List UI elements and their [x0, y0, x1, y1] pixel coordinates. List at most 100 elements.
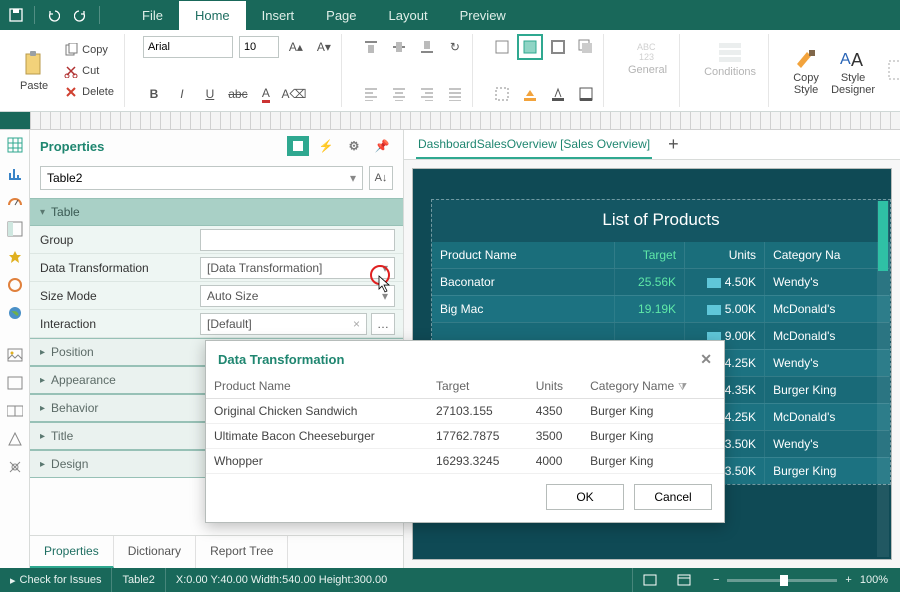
view-mode-1[interactable]: [632, 568, 667, 592]
gauge-icon[interactable]: [6, 192, 24, 210]
table-icon[interactable]: [6, 136, 24, 154]
tab-page[interactable]: Page: [310, 1, 372, 30]
border-outer-button[interactable]: [547, 36, 569, 58]
map-icon[interactable]: [6, 304, 24, 322]
object-select[interactable]: Table2▾: [40, 166, 363, 190]
align-right-button[interactable]: [416, 83, 438, 105]
prop-group-value[interactable]: [200, 229, 395, 251]
table-row[interactable]: Baconator25.56K4.50KWendy's: [432, 268, 890, 295]
align-top-button[interactable]: [360, 36, 382, 58]
panel-tab-properties[interactable]: Properties: [30, 536, 114, 568]
panel-icon[interactable]: [6, 402, 24, 420]
paste-button[interactable]: Paste: [14, 46, 54, 96]
svg-text:ABC: ABC: [637, 42, 656, 52]
dialog-close-button[interactable]: ✕: [700, 351, 712, 368]
align-middle-button[interactable]: [388, 36, 410, 58]
prop-dtrans-label: Data Transformation: [30, 261, 200, 275]
ok-button[interactable]: OK: [546, 484, 624, 510]
cut-button[interactable]: Cut: [60, 62, 118, 80]
chart-icon[interactable]: [6, 164, 24, 182]
text-color-button[interactable]: [547, 83, 569, 105]
col-units: Units: [685, 242, 765, 268]
tab-file[interactable]: File: [126, 1, 179, 30]
text-icon[interactable]: [6, 374, 24, 392]
format-general-button[interactable]: ABC123 General: [622, 36, 673, 80]
pin-button[interactable]: 📌: [371, 136, 393, 156]
canvas-scrollbar[interactable]: [877, 201, 889, 557]
italic-button[interactable]: I: [171, 83, 193, 105]
clear-format-button[interactable]: A⌫: [283, 83, 305, 105]
events-button[interactable]: ⚡: [315, 136, 337, 156]
section-table[interactable]: ▾Table: [30, 198, 403, 226]
indicator-icon[interactable]: [6, 248, 24, 266]
scrollbar-thumb[interactable]: [878, 201, 888, 271]
filter-icon[interactable]: ⧩: [678, 382, 687, 393]
redo-button[interactable]: [69, 3, 93, 27]
pivot-icon[interactable]: [6, 220, 24, 238]
panel-tab-dictionary[interactable]: Dictionary: [114, 536, 196, 568]
table-row[interactable]: Big Mac19.19K5.00KMcDonald's: [432, 295, 890, 322]
mcol-name[interactable]: Product Name: [206, 374, 428, 399]
underline-button[interactable]: U: [199, 83, 221, 105]
align-bottom-button[interactable]: [416, 36, 438, 58]
sort-button[interactable]: A↓: [369, 166, 393, 190]
shadow-button[interactable]: [575, 36, 597, 58]
zoom-slider[interactable]: [727, 579, 837, 582]
settings-button[interactable]: ⚙: [343, 136, 365, 156]
horizontal-ruler: [0, 112, 900, 130]
select-style-button[interactable]: [881, 55, 900, 87]
prop-sizemode-value[interactable]: Auto Size▾: [200, 285, 395, 307]
font-size-select[interactable]: [239, 36, 279, 58]
style-designer-button[interactable]: AA Style Designer: [825, 42, 881, 100]
rotate-text-button[interactable]: ↻: [444, 36, 466, 58]
border-style-button[interactable]: [491, 83, 513, 105]
zoom-out-button[interactable]: −: [713, 574, 719, 586]
view-mode-2[interactable]: [667, 568, 701, 592]
table-row[interactable]: Original Chicken Sandwich27103.1554350Bu…: [206, 399, 724, 424]
tab-insert[interactable]: Insert: [246, 1, 311, 30]
grow-font-button[interactable]: A▴: [285, 36, 307, 58]
bold-button[interactable]: B: [143, 83, 165, 105]
mcol-target[interactable]: Target: [428, 374, 528, 399]
copy-style-button[interactable]: Copy Style: [787, 42, 825, 100]
strike-button[interactable]: abc: [227, 83, 249, 105]
border-all-button[interactable]: [519, 36, 541, 58]
tab-preview[interactable]: Preview: [444, 1, 522, 30]
align-left-button[interactable]: [360, 83, 382, 105]
tab-layout[interactable]: Layout: [373, 1, 444, 30]
component-palette: [0, 130, 30, 568]
conditions-button[interactable]: Conditions: [698, 36, 762, 82]
border-none-button[interactable]: [491, 36, 513, 58]
tab-home[interactable]: Home: [179, 1, 246, 30]
cancel-button[interactable]: Cancel: [634, 484, 712, 510]
delete-button[interactable]: Delete: [60, 83, 118, 101]
image-icon[interactable]: [6, 346, 24, 364]
fill-color-button[interactable]: [519, 83, 541, 105]
table-row[interactable]: Ultimate Bacon Cheeseburger17762.7875350…: [206, 424, 724, 449]
border-color-button[interactable]: [575, 83, 597, 105]
panel-tab-reporttree[interactable]: Report Tree: [196, 536, 288, 568]
align-justify-button[interactable]: [444, 83, 466, 105]
align-center-button[interactable]: [388, 83, 410, 105]
table-row[interactable]: Whopper16293.32454000Burger King: [206, 449, 724, 474]
font-color-button[interactable]: A: [255, 83, 277, 105]
settings-icon[interactable]: [6, 458, 24, 476]
shape-icon[interactable]: [6, 430, 24, 448]
prop-interaction-more[interactable]: …: [371, 313, 395, 335]
view-properties-button[interactable]: [287, 136, 309, 156]
prop-dtrans-value[interactable]: [Data Transformation]▾: [200, 257, 395, 279]
shrink-font-button[interactable]: A▾: [313, 36, 335, 58]
progress-icon[interactable]: [6, 276, 24, 294]
mcol-category[interactable]: Category Name⧩: [582, 374, 724, 399]
document-tab[interactable]: DashboardSalesOverview [Sales Overview]: [416, 131, 652, 159]
add-page-button[interactable]: +: [660, 134, 687, 155]
undo-button[interactable]: [41, 3, 65, 27]
copy-button[interactable]: Copy: [60, 41, 118, 59]
prop-interaction-value[interactable]: [Default]×: [200, 313, 367, 335]
font-family-select[interactable]: [143, 36, 233, 58]
mcol-units[interactable]: Units: [528, 374, 582, 399]
check-issues-button[interactable]: ▸Check for Issues: [0, 568, 112, 592]
save-button[interactable]: [4, 3, 28, 27]
table-title: List of Products: [432, 200, 890, 242]
zoom-in-button[interactable]: +: [845, 574, 851, 586]
